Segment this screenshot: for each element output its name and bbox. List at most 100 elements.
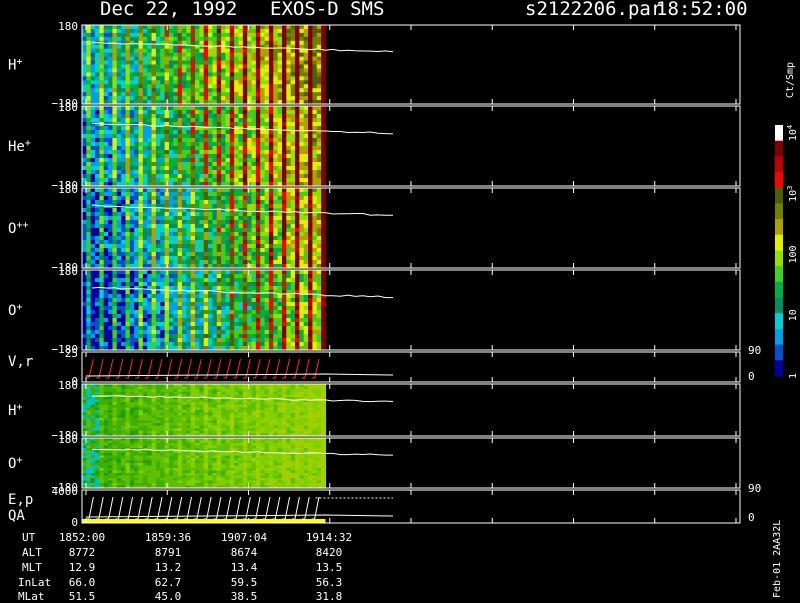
heatmap-cell <box>121 330 126 335</box>
heatmap-cell <box>152 318 157 323</box>
heatmap-cell <box>195 342 200 347</box>
heatmap-cell <box>178 192 183 197</box>
heatmap-cell <box>156 25 161 30</box>
heatmap-cell <box>291 84 296 89</box>
heatmap-cell <box>204 252 209 257</box>
heatmap-cell <box>178 326 183 331</box>
heatmap-cell <box>269 114 274 119</box>
heatmap-cell <box>256 25 261 30</box>
heatmap-cell <box>169 76 174 81</box>
heatmap-cell <box>108 342 113 347</box>
heatmap-cell <box>147 326 152 331</box>
heatmap-cell <box>230 134 235 139</box>
heatmap-cell <box>282 224 287 229</box>
heatmap-cell <box>286 118 291 123</box>
heatmap-cell <box>112 29 117 34</box>
heatmap-cell <box>230 286 235 291</box>
heatmap-cell <box>125 310 130 315</box>
heatmap-cell <box>321 270 326 275</box>
heatmap-cell <box>199 146 204 151</box>
heatmap-cell <box>134 57 139 62</box>
heatmap-cell <box>91 294 96 299</box>
heatmap-cell <box>117 302 122 307</box>
heatmap-cell <box>208 57 213 62</box>
heatmap-cell <box>95 130 100 135</box>
heatmap-cell <box>321 146 326 151</box>
heatmap-cell <box>186 106 191 111</box>
heatmap-cell <box>182 146 187 151</box>
heatmap-cell <box>82 302 87 307</box>
heatmap-cell <box>299 174 304 179</box>
heatmap-cell <box>317 68 322 73</box>
heatmap-cell <box>239 224 244 229</box>
heatmap-cell <box>299 314 304 319</box>
heatmap-cell <box>265 150 270 155</box>
heatmap-cell <box>225 326 230 331</box>
heatmap-cell <box>282 106 287 111</box>
heatmap-cell <box>291 228 296 233</box>
heatmap-cell <box>230 248 235 253</box>
heatmap-cell <box>130 158 135 163</box>
heatmap-cell <box>173 142 178 147</box>
heatmap-cell <box>230 318 235 323</box>
heatmap-cell <box>234 166 239 171</box>
heatmap-cell <box>234 162 239 167</box>
velocity-sweep <box>106 359 113 378</box>
heatmap-cell <box>182 224 187 229</box>
heatmap-cell <box>130 302 135 307</box>
heatmap-cell <box>278 25 283 30</box>
heatmap-cell <box>169 338 174 343</box>
heatmap-cell <box>143 244 148 249</box>
heatmap-cell <box>265 134 270 139</box>
heatmap-cell <box>121 80 126 85</box>
heatmap-cell <box>265 110 270 115</box>
heatmap-cell <box>95 166 100 171</box>
heatmap-cell <box>243 37 248 42</box>
heatmap-cell <box>282 274 287 279</box>
heatmap-cell <box>321 196 326 201</box>
heatmap-cell <box>243 41 248 46</box>
heatmap-cell <box>234 178 239 183</box>
heatmap-cell <box>269 256 274 261</box>
heatmap-cell <box>204 192 209 197</box>
heatmap-cell <box>104 200 109 205</box>
heatmap-cell <box>82 45 87 50</box>
heatmap-cell <box>278 41 283 46</box>
heatmap-cell <box>247 306 252 311</box>
heatmap-cell <box>147 84 152 89</box>
heatmap-cell <box>134 166 139 171</box>
heatmap-cell <box>104 33 109 38</box>
heatmap-cell <box>178 282 183 287</box>
heatmap-cell <box>230 334 235 339</box>
heatmap-cell <box>147 25 152 30</box>
heatmap-cell <box>112 80 117 85</box>
heatmap-cell <box>117 318 122 323</box>
heatmap-cell <box>304 220 309 225</box>
heatmap-cell <box>295 37 300 42</box>
heatmap-cell <box>256 228 261 233</box>
heatmap-cell <box>147 72 152 77</box>
heatmap-cell <box>143 170 148 175</box>
heatmap-cell <box>243 170 248 175</box>
heatmap-cell <box>286 306 291 311</box>
heatmap-cell <box>212 204 217 209</box>
heatmap-cell <box>308 110 313 115</box>
heatmap-cell <box>130 244 135 249</box>
heatmap-cell <box>195 162 200 167</box>
heatmap-cell <box>282 154 287 159</box>
heatmap-cell <box>317 106 322 111</box>
heatmap-cell <box>143 256 148 261</box>
heatmap-cell <box>91 228 96 233</box>
heatmap-cell <box>173 212 178 217</box>
heatmap-cell <box>217 228 222 233</box>
heatmap-cell <box>112 68 117 73</box>
heatmap-cell <box>317 322 322 327</box>
heatmap-cell <box>221 80 226 85</box>
heatmap-cell <box>282 61 287 66</box>
heatmap-cell <box>165 244 170 249</box>
heatmap-cell <box>160 274 165 279</box>
heatmap-cell <box>191 142 196 147</box>
heatmap-cell <box>147 274 152 279</box>
heatmap-cell <box>143 298 148 303</box>
heatmap-cell <box>112 270 117 275</box>
